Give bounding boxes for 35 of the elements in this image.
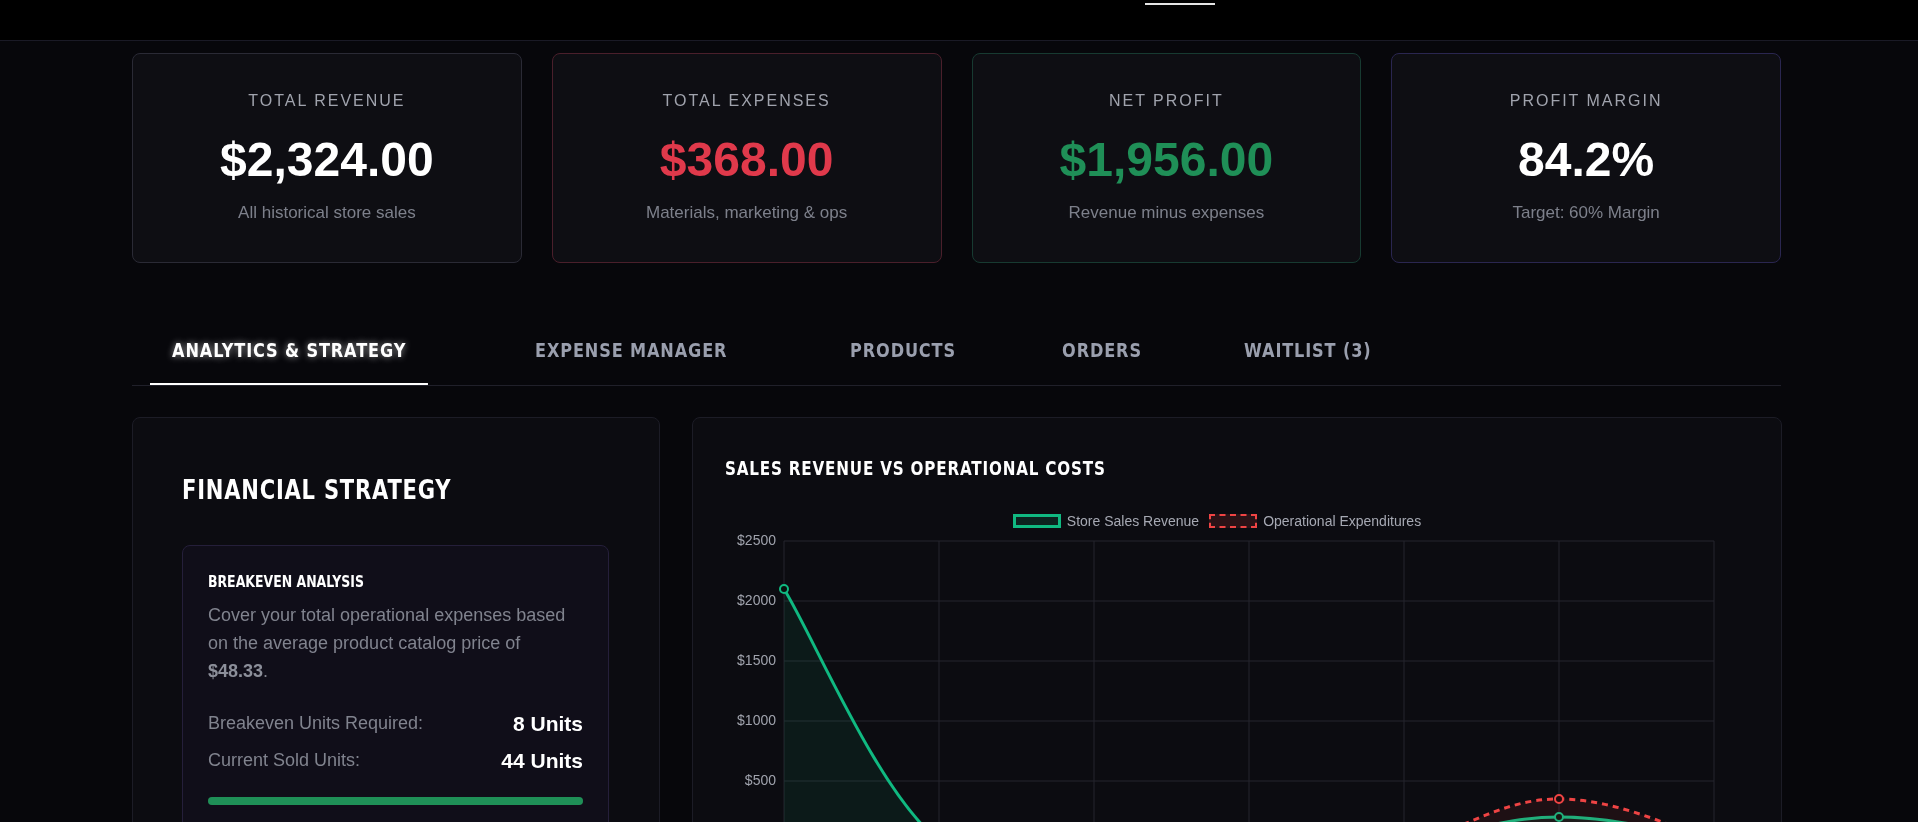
breakeven-description: Cover your total operational expenses based on the average product catalog price of $48.33. [208, 604, 567, 683]
stat-note: Revenue minus expenses [1068, 203, 1265, 223]
tab[interactable]: ANALYTICS & STRATEGY [150, 319, 429, 385]
y-tick-label: $500 [744, 772, 776, 788]
tab[interactable]: PRODUCTS [827, 319, 978, 385]
stat-note: Target: 60% Margin [1512, 203, 1660, 223]
stat-value: $2,324.00 [220, 132, 434, 187]
stat-label: TOTAL REVENUE [248, 92, 406, 110]
stat-note: All historical store sales [238, 203, 416, 223]
stat-value: 84.2% [1518, 132, 1655, 187]
tab[interactable]: EXPENSE MANAGER [513, 319, 750, 385]
metric-value: 44 Units [501, 748, 583, 773]
stat-label: PROFIT MARGIN [1509, 92, 1663, 110]
legend-label: Operational Expenditures [1263, 513, 1422, 529]
metric-label: Breakeven Units Required: [208, 713, 424, 734]
legend-label: Store Sales Revenue [1066, 513, 1200, 529]
y-tick-label: $2500 [737, 532, 776, 548]
chart-title: SALES REVENUE VS OPERATIONAL COSTS [725, 457, 1107, 479]
metric-value: 8 Units [513, 711, 583, 736]
nav-indicator [1145, 3, 1215, 5]
y-tick-label: $1000 [737, 712, 776, 728]
y-tick-label: $1500 [737, 652, 776, 668]
panel-title: FINANCIAL STRATEGY [182, 474, 453, 505]
data-point [779, 584, 789, 594]
stat-note: Materials, marketing & ops [646, 203, 848, 223]
stat-value: $368.00 [659, 132, 834, 187]
data-point [1554, 794, 1564, 804]
stat-value: $1,956.00 [1059, 132, 1274, 187]
stat-label: TOTAL EXPENSES [662, 92, 831, 110]
tab[interactable]: WAITLIST (3) [1221, 319, 1394, 385]
card-title: BREAKEVEN ANALYSIS [208, 572, 365, 591]
tab[interactable]: ORDERS [1040, 319, 1165, 385]
stat-label: NET PROFIT [1108, 92, 1224, 110]
metric-label: Current Sold Units: [208, 750, 361, 771]
y-tick-label: $2000 [737, 592, 776, 608]
